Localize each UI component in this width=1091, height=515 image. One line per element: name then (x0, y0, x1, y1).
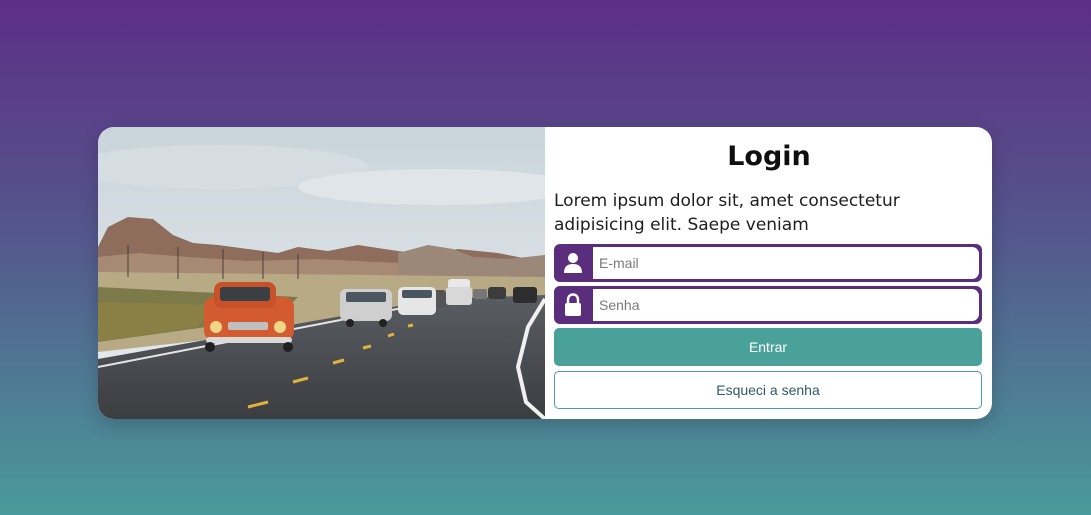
forgot-password-button[interactable]: Esqueci a senha (554, 371, 982, 409)
password-field-group (554, 286, 982, 324)
email-input[interactable] (593, 247, 979, 279)
login-form: Login Lorem ipsum dolor sit, amet consec… (554, 127, 984, 419)
lock-icon (554, 286, 592, 324)
login-card: Login Lorem ipsum dolor sit, amet consec… (98, 127, 992, 419)
login-description: Lorem ipsum dolor sit, amet consectetur … (554, 191, 900, 235)
user-icon (554, 244, 592, 282)
hero-image (98, 127, 545, 419)
page-title: Login (727, 141, 811, 172)
submit-button[interactable]: Entrar (554, 328, 982, 366)
email-field-group (554, 244, 982, 282)
password-input[interactable] (593, 289, 979, 321)
